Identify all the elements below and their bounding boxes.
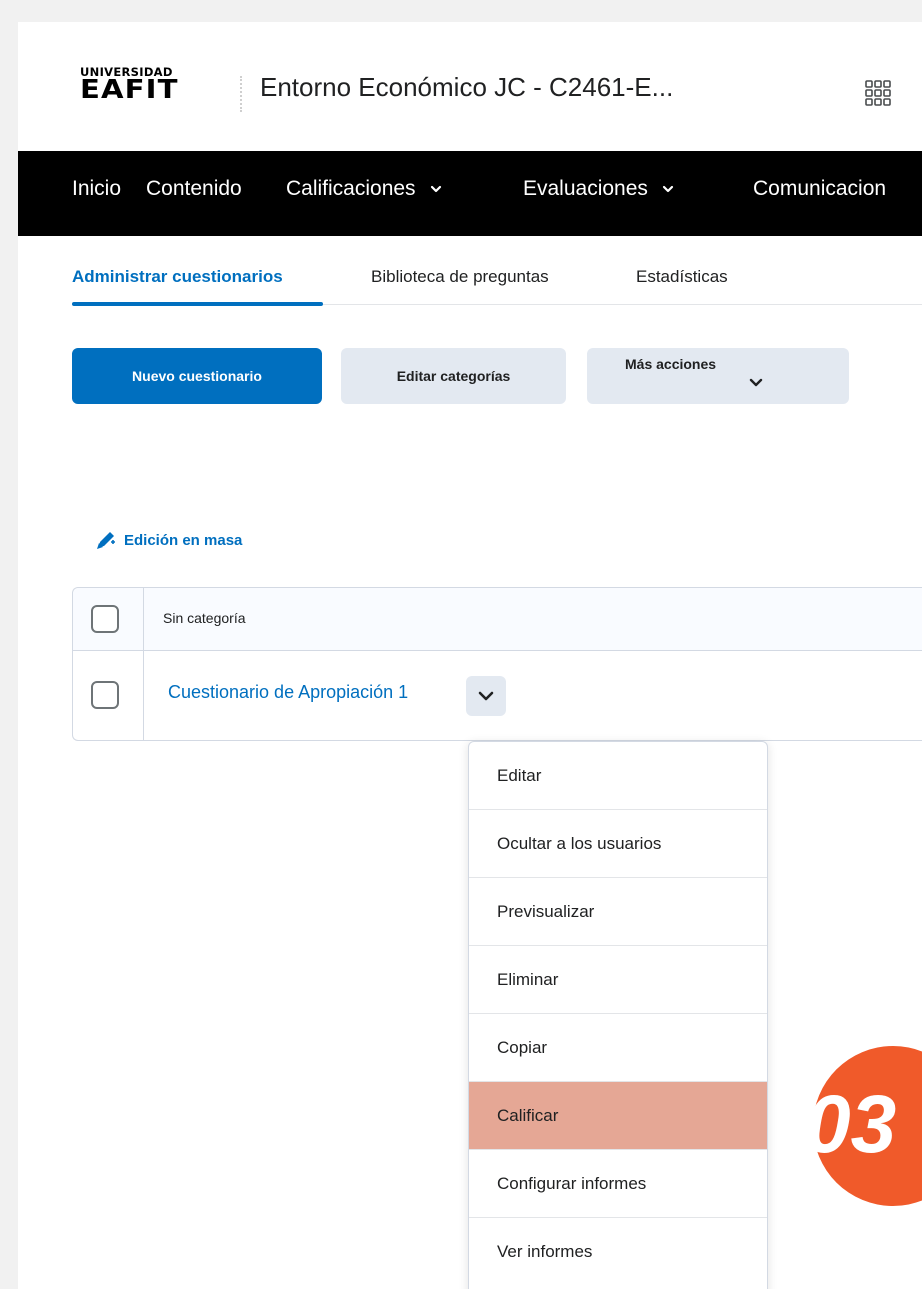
course-navbar: Inicio Contenido Calificaciones Evaluaci…	[18, 151, 922, 236]
quiz-title-link[interactable]: Cuestionario de Apropiación 1	[168, 682, 408, 703]
active-tab-indicator	[72, 302, 323, 306]
menu-item-configurar-informes[interactable]: Configurar informes	[469, 1150, 767, 1218]
menu-item-previsualizar[interactable]: Previsualizar	[469, 878, 767, 946]
menu-item-label: Configurar informes	[497, 1174, 647, 1193]
category-row: Sin categoría	[73, 588, 922, 651]
tab-biblioteca-de-preguntas[interactable]: Biblioteca de preguntas	[371, 267, 549, 287]
menu-item-calificar[interactable]: Calificar	[469, 1082, 767, 1150]
select-category-checkbox[interactable]	[91, 605, 119, 633]
menu-item-ocultar[interactable]: Ocultar a los usuarios	[469, 810, 767, 878]
nav-item-label: Inicio	[72, 177, 122, 200]
menu-item-label: Previsualizar	[497, 902, 595, 921]
logo-line2: EAFIT	[80, 75, 179, 105]
pencil-icon	[97, 532, 115, 549]
bulk-edit-label: Edición en masa	[124, 531, 243, 549]
quiz-actions-button[interactable]	[466, 676, 506, 716]
chevron-down-icon	[662, 185, 674, 193]
course-title[interactable]: Entorno Económico JC - C2461-E...	[260, 72, 673, 103]
nav-item-contenido[interactable]: Contenido	[146, 177, 242, 201]
menu-item-ver-informes[interactable]: Ver informes	[469, 1218, 767, 1286]
university-logo[interactable]: UNIVERSIDAD EAFIT	[80, 66, 202, 103]
menu-item-label: Eliminar	[497, 970, 559, 989]
chevron-down-icon	[749, 378, 763, 387]
header: UNIVERSIDAD EAFIT Entorno Económico JC -…	[18, 22, 922, 151]
nav-item-inicio[interactable]: Inicio	[72, 177, 121, 201]
nav-item-label: Evaluaciones	[523, 177, 648, 200]
menu-item-copiar[interactable]: Copiar	[469, 1014, 767, 1082]
logo-divider	[240, 76, 242, 112]
menu-item-eliminar[interactable]: Eliminar	[469, 946, 767, 1014]
step-badge: 03	[805, 1046, 922, 1206]
nav-item-evaluaciones[interactable]: Evaluaciones	[523, 177, 674, 201]
column-divider	[143, 588, 144, 740]
more-actions-label: Más acciones	[625, 356, 717, 372]
step-badge-text: 03	[805, 1079, 897, 1170]
chevron-down-icon	[478, 691, 494, 701]
nav-item-label: Calificaciones	[286, 177, 416, 200]
menu-item-label: Ver informes	[497, 1242, 593, 1261]
quiz-context-menu: Editar Ocultar a los usuarios Previsuali…	[468, 741, 768, 1289]
nav-item-label: Comunicacion	[753, 177, 887, 200]
menu-item-editar[interactable]: Editar	[469, 742, 767, 810]
bulk-edit-link[interactable]: Edición en masa	[96, 530, 242, 550]
tab-estadisticas[interactable]: Estadísticas	[636, 267, 728, 287]
page: UNIVERSIDAD EAFIT Entorno Económico JC -…	[18, 22, 922, 1289]
nav-item-calificaciones[interactable]: Calificaciones	[286, 177, 442, 201]
grid-9-icon[interactable]	[865, 80, 891, 106]
chevron-down-icon	[430, 185, 441, 193]
menu-item-label: Ocultar a los usuarios	[497, 834, 662, 853]
select-quiz-checkbox[interactable]	[91, 681, 119, 709]
new-quiz-button[interactable]: Nuevo cuestionario	[72, 348, 322, 404]
menu-item-label: Calificar	[497, 1106, 559, 1125]
tab-administrar-cuestionarios[interactable]: Administrar cuestionarios	[72, 267, 283, 287]
more-actions-button[interactable]: Más acciones	[587, 348, 849, 404]
quiz-table: Sin categoría Cuestionario de Apropiació…	[72, 587, 922, 741]
menu-item-label: Editar	[497, 766, 542, 785]
nav-item-label: Contenido	[146, 177, 242, 200]
nav-item-comunicacion[interactable]: Comunicacion	[753, 177, 886, 201]
category-label: Sin categoría	[163, 610, 246, 626]
edit-categories-button[interactable]: Editar categorías	[341, 348, 566, 404]
menu-item-label: Copiar	[497, 1038, 548, 1057]
